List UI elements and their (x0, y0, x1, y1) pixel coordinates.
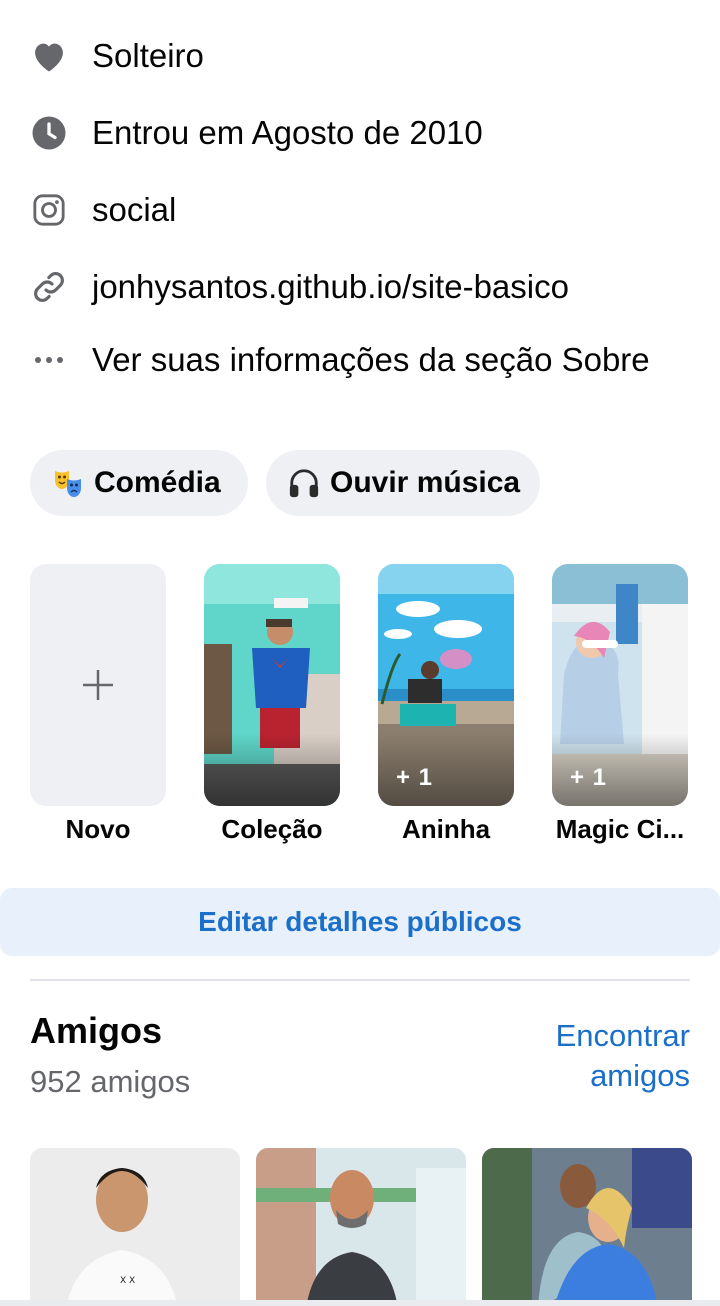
bottom-edge (0, 1300, 720, 1306)
heart-icon (30, 37, 68, 75)
friends-title: Amigos (30, 1010, 163, 1051)
relationship-text: Solteiro (92, 37, 204, 74)
featured-count: + 1 (396, 764, 434, 791)
theater-masks-icon (52, 467, 84, 499)
edit-public-details-label: Editar detalhes públicos (198, 906, 522, 937)
instagram-text: social (92, 191, 177, 228)
info-relationship: Solteiro (30, 36, 204, 76)
plus-icon (83, 670, 113, 700)
clock-icon (30, 114, 68, 152)
hobby-chip-music[interactable]: Ouvir música (266, 450, 540, 516)
featured-new-label: Novo (65, 814, 131, 844)
joined-text: Entrou em Agosto de 2010 (92, 114, 483, 151)
friend-tile[interactable]: X X (30, 1148, 240, 1306)
featured-item-label: Coleção (221, 814, 323, 844)
friend-photo (482, 1148, 692, 1306)
friend-photo: X X (30, 1148, 240, 1306)
friends-count: 952 amigos (30, 1064, 191, 1099)
featured-photo (204, 564, 340, 806)
featured-count: + 1 (570, 764, 608, 791)
friend-tile[interactable] (256, 1148, 466, 1306)
more-icon (30, 341, 68, 379)
friend-tile[interactable] (482, 1148, 692, 1306)
find-friends-link[interactable]: Encontrar amigos (556, 1016, 690, 1096)
hobby-label: Ouvir música (330, 466, 521, 499)
find-friends-line2: amigos (590, 1058, 690, 1093)
info-see-about[interactable]: Ver suas informações da seção Sobre (30, 340, 650, 380)
hobby-chip-comedy[interactable]: Comédia (30, 450, 248, 516)
featured-item-card[interactable] (204, 564, 340, 806)
featured-new-card[interactable] (30, 564, 166, 806)
info-website[interactable]: jonhysantos.github.io/site-basico (30, 267, 569, 307)
featured-item-label: Aninha (401, 814, 491, 844)
featured-item-card[interactable]: + 1 (552, 564, 688, 806)
instagram-icon (30, 191, 68, 229)
find-friends-line1: Encontrar (555, 1018, 690, 1053)
headphones-icon (288, 467, 320, 499)
hobby-label: Comédia (94, 466, 221, 499)
section-divider (30, 979, 690, 981)
friend-photo (256, 1148, 466, 1306)
featured-item-label: Magic Ci... (555, 814, 685, 844)
info-instagram[interactable]: social (30, 190, 176, 230)
profile-page: Solteiro Entrou em Agosto de 2010 social… (0, 0, 720, 1306)
info-joined: Entrou em Agosto de 2010 (30, 113, 483, 153)
svg-text:X X: X X (120, 1276, 135, 1286)
link-icon (30, 268, 68, 306)
featured-item-card[interactable]: + 1 (378, 564, 514, 806)
see-about-text: Ver suas informações da seção Sobre (92, 341, 650, 378)
website-text: jonhysantos.github.io/site-basico (92, 268, 569, 305)
edit-public-details-button[interactable]: Editar detalhes públicos (0, 888, 720, 956)
